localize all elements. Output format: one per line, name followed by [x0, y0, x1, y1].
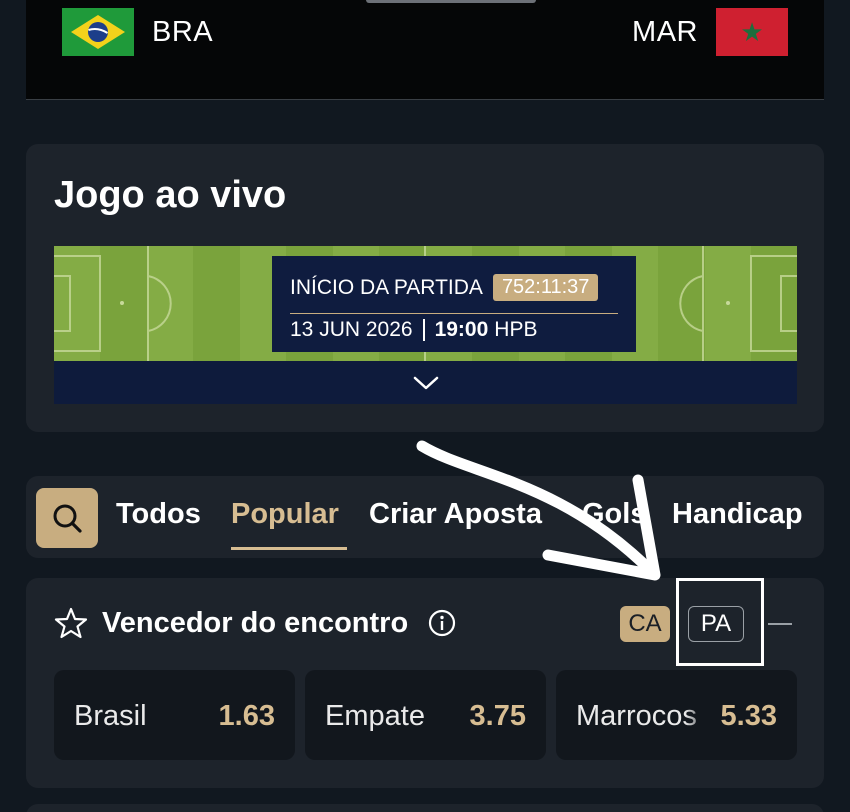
- live-game-card: Jogo ao vivo INÍCIO DA PARTIDA 752:11:37…: [26, 144, 824, 432]
- kickoff-label: INÍCIO DA PARTIDA: [290, 275, 483, 299]
- away-team-code: MAR: [632, 15, 698, 48]
- countdown-timer: 752:11:37: [492, 274, 599, 301]
- market-title: Vencedor do encontro: [102, 606, 409, 639]
- odd-label: Empate: [325, 700, 425, 732]
- chevron-down-icon[interactable]: [412, 375, 440, 391]
- collapse-icon[interactable]: [768, 623, 792, 625]
- tab-handicap[interactable]: Handicap: [672, 498, 803, 531]
- kickoff-info: INÍCIO DA PARTIDA 752:11:37 13 JUN 2026 …: [272, 256, 636, 352]
- pitch-banner: INÍCIO DA PARTIDA 752:11:37 13 JUN 2026 …: [54, 246, 797, 361]
- active-tab-indicator: [231, 547, 347, 550]
- odd-value: 3.75: [469, 700, 526, 732]
- tab-popular[interactable]: Popular: [231, 498, 339, 531]
- tab-todos[interactable]: Todos: [116, 498, 201, 531]
- morocco-flag-icon: ★: [716, 8, 788, 56]
- odd-button-home[interactable]: Brasil 1.63: [54, 670, 295, 760]
- next-market-card: [26, 804, 824, 812]
- star-outline-icon[interactable]: [54, 606, 88, 640]
- tab-gols[interactable]: Gols: [582, 498, 646, 531]
- expand-bar[interactable]: [54, 361, 797, 404]
- tab-criar-aposta[interactable]: Criar Aposta: [369, 498, 542, 531]
- home-team-code: BRA: [152, 15, 214, 48]
- home-team: BRA: [62, 8, 213, 56]
- market-tabs: Todos Popular Criar Aposta Gols Handicap: [26, 476, 824, 558]
- kickoff-timezone: HPB: [494, 318, 538, 341]
- info-icon[interactable]: [428, 609, 456, 637]
- ca-badge[interactable]: CA: [620, 606, 670, 642]
- search-button[interactable]: [36, 488, 98, 548]
- kickoff-divider: [290, 313, 618, 314]
- drag-handle[interactable]: [366, 0, 536, 3]
- odd-value: 1.63: [218, 700, 275, 732]
- match-header: BRA MAR ★: [26, 0, 824, 100]
- away-team: MAR ★: [632, 8, 788, 56]
- live-game-title: Jogo ao vivo: [54, 174, 287, 216]
- pa-highlight-box: [676, 578, 764, 666]
- odds-row: Brasil 1.63 Empate 3.75 Marrocos 5.33: [54, 670, 797, 760]
- date-time-divider: [422, 319, 425, 341]
- kickoff-time: 19:00: [434, 318, 489, 341]
- odd-label: Marrocos: [576, 700, 697, 732]
- kickoff-date: 13 JUN 2026: [290, 318, 413, 341]
- odd-button-draw[interactable]: Empate 3.75: [305, 670, 546, 760]
- label-fade: [685, 690, 711, 740]
- market-card: Vencedor do encontro CA PA Brasil 1.63 E…: [26, 578, 824, 788]
- odd-button-away[interactable]: Marrocos 5.33: [556, 670, 797, 760]
- odd-value: 5.33: [720, 700, 777, 732]
- brazil-flag-icon: [62, 8, 134, 56]
- odd-label: Brasil: [74, 700, 147, 732]
- search-icon: [53, 504, 82, 533]
